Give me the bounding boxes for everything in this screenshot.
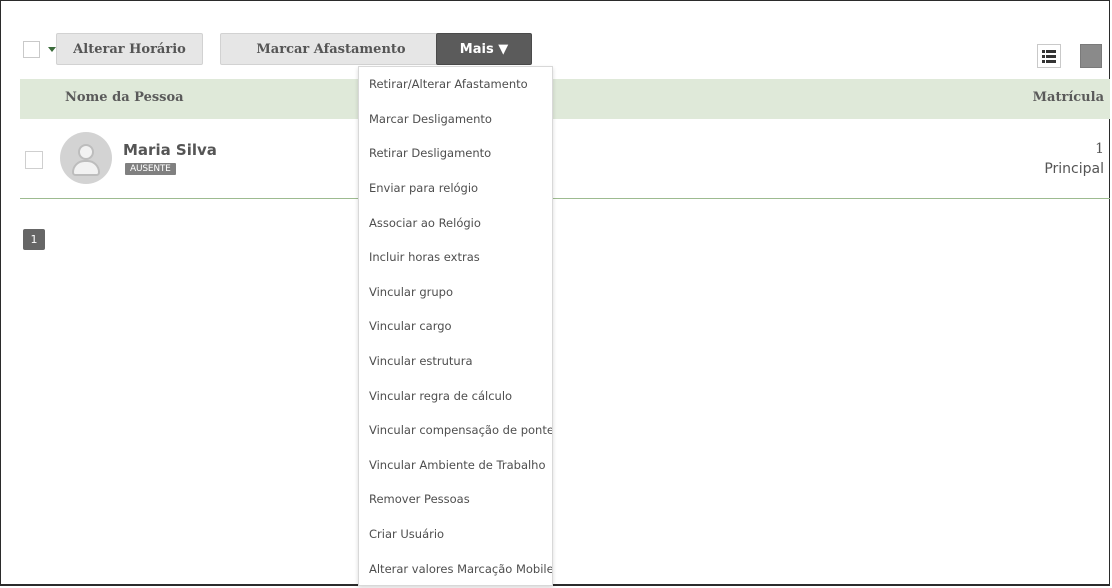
menu-item-retirar-alterar-afastamento[interactable]: Retirar/Alterar Afastamento [359, 67, 552, 102]
menu-item-vincular-estrutura[interactable]: Vincular estrutura [359, 344, 552, 379]
alterar-horario-button[interactable]: Alterar Horário [56, 33, 203, 65]
matricula-label: Principal [1044, 161, 1104, 177]
table-row[interactable]: Maria Silva AUSENTE 1 Principal [20, 119, 1110, 199]
menu-item-alterar-valores-marcacao-mobile[interactable]: Alterar valores Marcação Mobile [359, 551, 552, 585]
toolbar [23, 33, 56, 65]
menu-item-associar-ao-relogio[interactable]: Associar ao Relógio [359, 205, 552, 240]
marcar-afastamento-button[interactable]: Marcar Afastamento [220, 33, 442, 65]
menu-item-enviar-para-relogio[interactable]: Enviar para relógio [359, 171, 552, 206]
column-header-name[interactable]: Nome da Pessoa [65, 90, 184, 105]
row-checkbox[interactable] [25, 151, 43, 169]
menu-item-vincular-cargo[interactable]: Vincular cargo [359, 309, 552, 344]
menu-item-criar-usuario[interactable]: Criar Usuário [359, 517, 552, 552]
list-view-button[interactable] [1037, 44, 1061, 68]
menu-item-vincular-regra-de-calculo[interactable]: Vincular regra de cálculo [359, 378, 552, 413]
matricula-number: 1 [1095, 141, 1104, 157]
menu-item-marcar-desligamento[interactable]: Marcar Desligamento [359, 102, 552, 137]
menu-item-incluir-horas-extras[interactable]: Incluir horas extras [359, 240, 552, 275]
grid-view-icon[interactable] [1080, 44, 1102, 68]
table-header: Nome da Pessoa Matrícula [20, 79, 1110, 119]
menu-item-retirar-desligamento[interactable]: Retirar Desligamento [359, 136, 552, 171]
page-button-1[interactable]: 1 [23, 229, 45, 250]
column-header-matricula[interactable]: Matrícula [1033, 90, 1104, 105]
mais-dropdown-menu: Retirar/Alterar Afastamento Marcar Desli… [358, 66, 553, 586]
menu-item-vincular-grupo[interactable]: Vincular grupo [359, 275, 552, 310]
menu-item-remover-pessoas[interactable]: Remover Pessoas [359, 482, 552, 517]
person-icon [60, 132, 112, 184]
select-all-checkbox[interactable] [23, 40, 40, 58]
mais-button[interactable]: Mais ▼ [436, 33, 532, 65]
person-name[interactable]: Maria Silva [123, 141, 217, 159]
list-view-icon [1042, 49, 1056, 63]
menu-item-vincular-ambiente-de-trabalho[interactable]: Vincular Ambiente de Trabalho [359, 448, 552, 483]
menu-item-vincular-compensacao-de-ponte[interactable]: Vincular compensação de ponte [359, 413, 552, 448]
select-options-caret-icon[interactable] [48, 46, 56, 52]
status-badge: AUSENTE [125, 163, 176, 175]
